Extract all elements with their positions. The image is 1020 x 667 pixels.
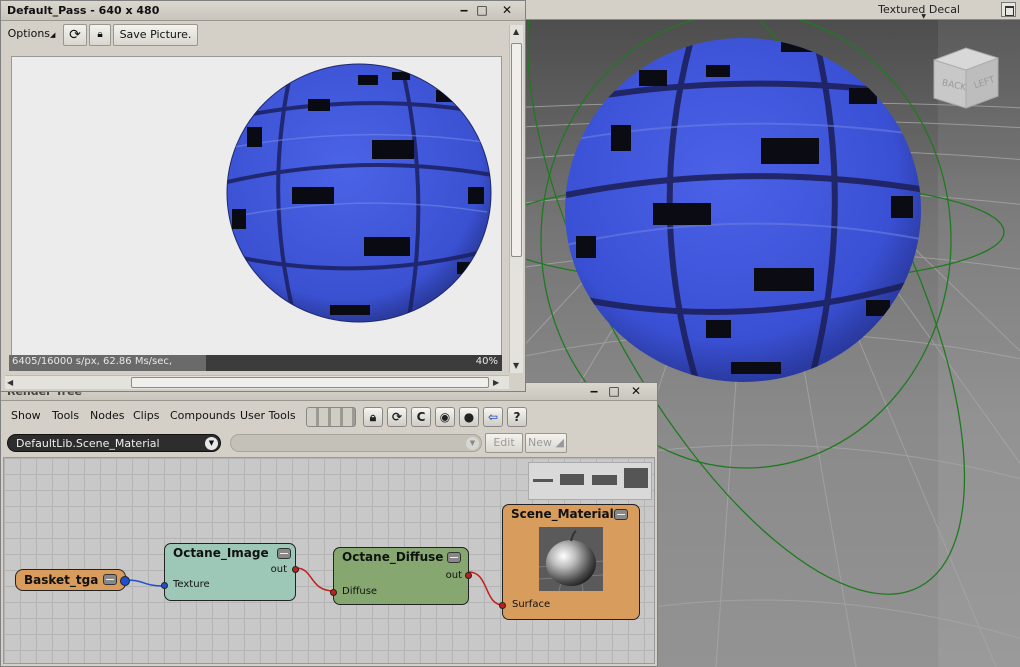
apple-material-icon[interactable]: ● — [459, 407, 479, 427]
scroll-up-icon[interactable]: ▲ — [513, 27, 519, 36]
menu-show[interactable]: Show — [11, 409, 41, 422]
maximize-icon[interactable]: □ — [605, 384, 623, 400]
render-sphere — [226, 63, 492, 323]
node-collapse-icon[interactable] — [277, 548, 291, 559]
node-image-output-label: out — [270, 564, 287, 575]
node-collapse-icon[interactable] — [103, 574, 117, 585]
node-octane-diffuse[interactable]: Octane_Diffuse out Diffuse — [330, 547, 472, 605]
node-octane-image[interactable]: Octane_Image out Texture — [161, 543, 299, 601]
new-button-label: New — [528, 436, 553, 449]
render-window-title: Default_Pass - 640 x 480 — [7, 4, 160, 17]
node-collapse-icon[interactable] — [447, 552, 461, 563]
material-dropdown[interactable]: ▼ — [230, 434, 482, 452]
close-icon[interactable]: ✕ — [498, 3, 516, 19]
help-icon[interactable]: ? — [507, 407, 527, 427]
input-port-icon[interactable] — [161, 582, 168, 589]
globe-icon[interactable]: ◉ — [435, 407, 455, 427]
node-scene-material[interactable]: Scene_Material Surface — [499, 504, 640, 620]
compound-icon[interactable]: C — [411, 407, 431, 427]
refresh-icon[interactable]: ⟳ — [63, 24, 87, 46]
output-port-icon[interactable] — [120, 576, 130, 586]
chevron-down-icon: ▼ — [921, 13, 926, 20]
library-dropdown-value: DefaultLib.Scene_Material — [16, 437, 160, 450]
minimize-icon[interactable]: ‒ — [455, 3, 473, 19]
output-port-icon[interactable] — [465, 572, 472, 579]
wire-image-to-diffuse — [295, 567, 335, 592]
minimize-icon[interactable]: ‒ — [585, 384, 603, 400]
render-stats-text: 6405/16000 s/px, 62.86 Ms/sec, — [12, 356, 173, 367]
back-arrow-icon[interactable]: ⇦ — [483, 407, 503, 427]
menu-clips[interactable]: Clips — [133, 409, 160, 422]
menu-nodes[interactable]: Nodes — [90, 409, 124, 422]
save-picture-button[interactable]: Save Picture. — [113, 24, 198, 46]
menu-user-tools[interactable]: User Tools — [240, 409, 296, 422]
new-button[interactable]: New ◢ — [525, 433, 567, 453]
wire-diffuse-to-material — [468, 571, 504, 606]
vertical-scrollbar[interactable]: ▲ ▼ — [509, 25, 523, 373]
node-graph-canvas[interactable]: Basket_tga Octane_Image out Texture Octa… — [3, 457, 655, 664]
scroll-right-icon[interactable]: ▶ — [493, 378, 499, 387]
maximize-icon[interactable]: □ — [473, 3, 491, 19]
node-basket-tga[interactable]: Basket_tga — [15, 569, 130, 591]
chevron-down-icon: ▼ — [466, 437, 479, 450]
shading-mode-menu[interactable]: Textured Decal — [878, 3, 960, 16]
node-material-title: Scene_Material — [511, 507, 614, 521]
node-diffuse-title: Octane_Diffuse — [342, 550, 444, 564]
options-menu[interactable]: Options◢ — [5, 24, 58, 46]
scroll-left-icon[interactable]: ◀ — [7, 378, 13, 387]
input-port-icon[interactable] — [499, 602, 506, 609]
output-port-icon[interactable] — [292, 566, 299, 573]
scroll-down-icon[interactable]: ▼ — [513, 361, 519, 370]
lock-icon[interactable]: 🔒︎ — [89, 24, 111, 46]
node-image-title: Octane_Image — [173, 546, 269, 560]
viewport-header: Textured Decal ▼ — [526, 0, 1020, 20]
library-dropdown[interactable]: DefaultLib.Scene_Material ▼ — [7, 434, 221, 452]
horizontal-scroll-thumb[interactable] — [131, 377, 489, 388]
menu-compounds[interactable]: Compounds — [170, 409, 236, 422]
node-collapse-icon[interactable] — [614, 509, 628, 520]
render-tree-window: Render Tree ‒ □ ✕ Show Tools Nodes Clips… — [0, 382, 658, 667]
chevron-down-icon: ▼ — [205, 437, 218, 450]
material-preview-thumbnail — [539, 527, 603, 591]
memo-cam-slots[interactable] — [306, 407, 356, 427]
input-port-icon[interactable] — [330, 589, 337, 596]
menu-tools[interactable]: Tools — [52, 409, 79, 422]
options-label: Options — [7, 27, 51, 40]
render-progress-percent: 40% — [475, 356, 498, 367]
node-image-input-label: Texture — [173, 579, 210, 590]
node-basket-title: Basket_tga — [24, 573, 99, 587]
close-icon[interactable]: ✕ — [627, 384, 645, 400]
render-progress-bar: 6405/16000 s/px, 62.86 Ms/sec, 40% — [9, 355, 502, 371]
wire-basket-to-image — [125, 579, 164, 587]
vertical-scroll-thumb[interactable] — [511, 43, 522, 257]
render-window: Default_Pass - 640 x 480 ‒ □ ✕ Options◢ … — [0, 0, 526, 392]
lock-icon[interactable]: 🔒︎ — [363, 407, 383, 427]
render-window-titlebar[interactable]: Default_Pass - 640 x 480 ‒ □ ✕ — [1, 1, 525, 21]
horizontal-scrollbar[interactable]: ◀ ▶ — [5, 375, 509, 389]
node-diffuse-output-label: out — [445, 570, 462, 581]
maximize-viewport-button[interactable] — [1001, 2, 1016, 17]
view-cube[interactable]: BACK LEFT — [933, 47, 999, 109]
node-material-input-label: Surface — [512, 599, 551, 610]
refresh-icon[interactable]: ⟳ — [387, 407, 407, 427]
node-diffuse-input-label: Diffuse — [342, 586, 378, 597]
render-preview-canvas[interactable] — [11, 56, 502, 356]
viewport-sphere[interactable] — [565, 38, 926, 382]
edit-button[interactable]: Edit — [485, 433, 523, 453]
